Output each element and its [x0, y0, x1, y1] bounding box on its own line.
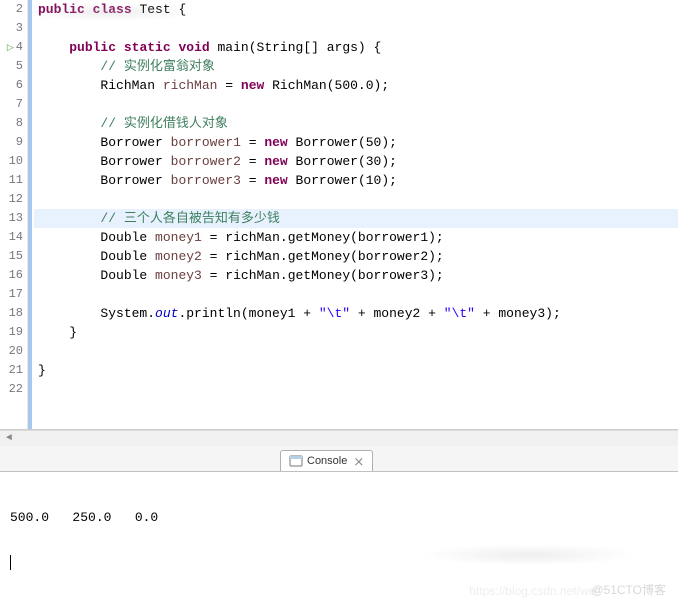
line-number: 18 [0, 304, 23, 323]
line-number: 10 [0, 152, 23, 171]
code-line[interactable]: Double money3 = richMan.getMoney(borrowe… [34, 266, 678, 285]
line-number: 4 [0, 38, 23, 57]
code-line[interactable]: Borrower borrower3 = new Borrower(10); [34, 171, 678, 190]
console-line: 500.0 250.0 0.0 [10, 510, 668, 525]
line-number: 19 [0, 323, 23, 342]
code-line[interactable] [34, 19, 678, 38]
code-editor[interactable]: 2 3 4 5 6 7 8 9 10 11 12 13 14 15 16 17 … [0, 0, 678, 430]
bottom-panel: Console ⨯ 500.0 250.0 0.0 [0, 446, 678, 606]
line-number: 7 [0, 95, 23, 114]
line-number: 12 [0, 190, 23, 209]
horizontal-scrollbar[interactable]: ◄ [0, 430, 678, 446]
code-line[interactable]: public class Test { [34, 0, 678, 19]
line-number: 14 [0, 228, 23, 247]
code-line[interactable]: } [34, 323, 678, 342]
line-number: 16 [0, 266, 23, 285]
code-line[interactable] [34, 380, 678, 399]
line-number: 15 [0, 247, 23, 266]
code-line[interactable] [34, 95, 678, 114]
line-number: 13 [0, 209, 23, 228]
line-number: 2 [0, 0, 23, 19]
line-number-gutter: 2 3 4 5 6 7 8 9 10 11 12 13 14 15 16 17 … [0, 0, 28, 429]
line-number: 22 [0, 380, 23, 399]
close-icon[interactable]: ⨯ [353, 455, 364, 468]
code-line[interactable] [34, 342, 678, 361]
code-line[interactable] [34, 285, 678, 304]
code-text-area[interactable]: public class Test { public static void m… [32, 0, 678, 429]
line-number: 8 [0, 114, 23, 133]
code-line[interactable]: Borrower borrower1 = new Borrower(50); [34, 133, 678, 152]
line-number: 20 [0, 342, 23, 361]
code-line[interactable]: Double money2 = richMan.getMoney(borrowe… [34, 247, 678, 266]
code-line-highlighted[interactable]: // 三个人各自被告知有多少钱 [34, 209, 678, 228]
scroll-left-icon[interactable]: ◄ [6, 433, 12, 444]
code-line[interactable]: // 实例化富翁对象 [34, 57, 678, 76]
line-number: 5 [0, 57, 23, 76]
code-line[interactable]: System.out.println(money1 + "\t" + money… [34, 304, 678, 323]
line-number: 17 [0, 285, 23, 304]
console-output[interactable]: 500.0 250.0 0.0 [0, 472, 678, 608]
line-number: 3 [0, 19, 23, 38]
console-icon [289, 454, 303, 468]
tab-console[interactable]: Console ⨯ [280, 450, 373, 471]
line-number: 9 [0, 133, 23, 152]
code-line[interactable]: Double money1 = richMan.getMoney(borrowe… [34, 228, 678, 247]
code-line[interactable]: public static void main(String[] args) { [34, 38, 678, 57]
line-number: 11 [0, 171, 23, 190]
line-number: 21 [0, 361, 23, 380]
console-cursor [10, 555, 11, 570]
tab-label: Console [307, 455, 347, 467]
code-line[interactable]: } [34, 361, 678, 380]
line-number: 6 [0, 76, 23, 95]
code-line[interactable]: // 实例化借钱人对象 [34, 114, 678, 133]
code-line[interactable] [34, 190, 678, 209]
view-tab-bar: Console ⨯ [0, 446, 678, 472]
code-line[interactable]: RichMan richMan = new RichMan(500.0); [34, 76, 678, 95]
code-line[interactable]: Borrower borrower2 = new Borrower(30); [34, 152, 678, 171]
